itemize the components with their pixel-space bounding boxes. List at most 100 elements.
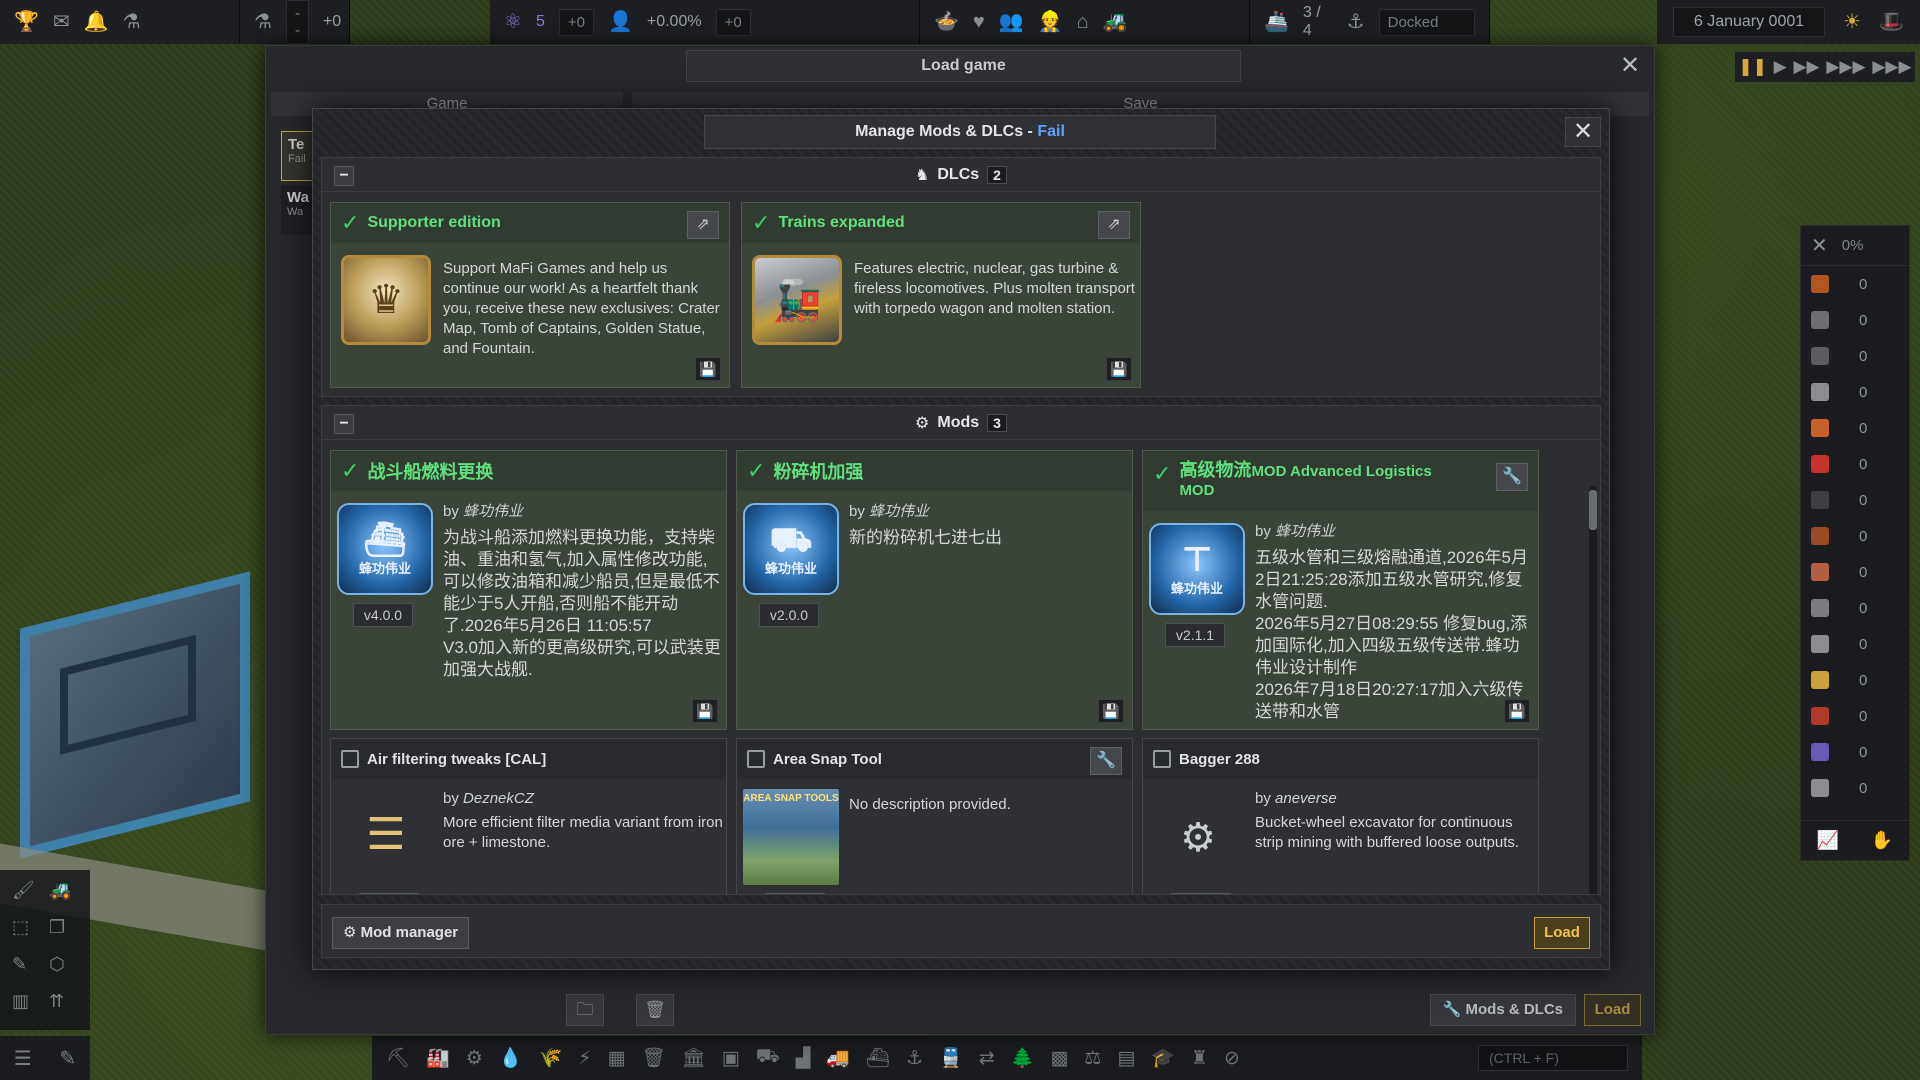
- storage-icon[interactable]: ▦: [608, 1047, 626, 1070]
- grid-icon[interactable]: ▩: [1050, 1047, 1068, 1070]
- transport-icon[interactable]: ⛟: [756, 1046, 780, 1070]
- mining-icon[interactable]: ⛏: [386, 1046, 410, 1070]
- tree-icon[interactable]: 🌲: [1011, 1046, 1035, 1070]
- resource-row[interactable]: 0: [1801, 374, 1909, 410]
- load-game-button[interactable]: Load: [1584, 994, 1641, 1026]
- education-icon[interactable]: 🎓: [1151, 1046, 1175, 1070]
- mod-enable-checkbox[interactable]: [1153, 750, 1171, 768]
- research-flask-icon[interactable]: ⚗: [254, 12, 272, 32]
- mod-card[interactable]: Area Snap Tool 🔧 AREA SNAP TOOLS No desc…: [736, 738, 1133, 894]
- no-build-icon[interactable]: ⊘: [1224, 1047, 1240, 1070]
- bulldozer-icon[interactable]: 🚜: [49, 880, 78, 909]
- mods-scrollbar[interactable]: [1589, 486, 1597, 894]
- dock-icon[interactable]: ⚓: [1347, 12, 1365, 32]
- mod-card[interactable]: Bagger 288 ⚙ by aneverse Bucket-wheel ex…: [1142, 738, 1539, 894]
- delete-save-button[interactable]: 🗑: [636, 994, 674, 1026]
- mod-card[interactable]: ✓ 粉碎机加强 ⛟ 蜂功伟业 v2.0.0 by 蜂功伟业 新的粉碎机七进七出 …: [736, 450, 1133, 730]
- mods-scrollbar-thumb[interactable]: [1589, 490, 1597, 530]
- factory-icon[interactable]: 🏭: [426, 1046, 450, 1070]
- resource-row[interactable]: 0: [1801, 698, 1909, 734]
- food-icon[interactable]: 🍲: [934, 12, 959, 32]
- fast-forward-icon[interactable]: ▶▶: [1793, 57, 1819, 77]
- faster-forward-icon[interactable]: ▶▶▶: [1826, 57, 1865, 77]
- resource-row[interactable]: 0: [1801, 482, 1909, 518]
- train-icon[interactable]: 🚆: [939, 1046, 963, 1070]
- mod-settings-button[interactable]: 🔧: [1496, 463, 1528, 491]
- transfer-icon[interactable]: ⇄: [979, 1047, 995, 1070]
- resource-row[interactable]: 0: [1801, 554, 1909, 590]
- tools-icon[interactable]: ✕: [1811, 236, 1828, 256]
- ship-icon[interactable]: 🚢: [1264, 12, 1289, 32]
- vehicle-icon[interactable]: 🚜: [1103, 12, 1128, 32]
- unity-icon[interactable]: ⚛: [504, 12, 522, 32]
- chart-icon[interactable]: 📈: [1817, 830, 1839, 851]
- bell-icon[interactable]: 🔔: [84, 12, 109, 32]
- pier-icon[interactable]: ⚓: [906, 1047, 923, 1070]
- layers-icon[interactable]: ☰: [14, 1046, 32, 1071]
- boat-icon[interactable]: ⛴: [866, 1046, 890, 1070]
- modules-icon[interactable]: ▣: [722, 1047, 740, 1070]
- dlc-link-button[interactable]: ⇗: [1098, 211, 1130, 239]
- housing-icon[interactable]: ⌂: [1077, 12, 1089, 32]
- brush-icon[interactable]: 🖌: [12, 880, 41, 909]
- mods-close-icon[interactable]: ✕: [1565, 117, 1601, 147]
- resource-row[interactable]: 0: [1801, 662, 1909, 698]
- checkmark-icon[interactable]: ✓: [1153, 461, 1171, 487]
- mod-manager-button[interactable]: ⚙ Mod manager: [332, 917, 470, 949]
- resource-row[interactable]: 0: [1801, 518, 1909, 554]
- resource-row[interactable]: 0: [1801, 590, 1909, 626]
- pipette-icon[interactable]: ✎: [12, 954, 41, 983]
- resource-row[interactable]: 0: [1801, 446, 1909, 482]
- checkmark-icon[interactable]: ✓: [747, 458, 765, 484]
- open-folder-button[interactable]: 🗀: [566, 994, 604, 1026]
- resource-row[interactable]: 0: [1801, 734, 1909, 770]
- dlc-card[interactable]: ✓ Trains expanded ⇗ 🚂 Features electric,…: [741, 202, 1141, 388]
- mod-enable-checkbox[interactable]: [341, 750, 359, 768]
- truck-icon[interactable]: 🚚: [826, 1046, 850, 1070]
- mod-card[interactable]: ✓ 高级物流MOD Advanced Logistics MOD 🔧 ⊤ 蜂功伟…: [1142, 450, 1539, 730]
- resource-row[interactable]: 0: [1801, 410, 1909, 446]
- resource-row[interactable]: 0: [1801, 626, 1909, 662]
- drop-icon[interactable]: 💧: [499, 1046, 523, 1070]
- mods-load-button[interactable]: Load: [1534, 917, 1590, 949]
- balance-icon[interactable]: ⚖: [1084, 1047, 1101, 1070]
- copy-icon[interactable]: ❐: [49, 917, 78, 946]
- population-icon[interactable]: 👤: [608, 12, 633, 32]
- area-icon[interactable]: ⬡: [49, 954, 78, 983]
- mod-card[interactable]: Air filtering tweaks [CAL] ☰ by DeznekCZ…: [330, 738, 727, 894]
- checkmark-icon[interactable]: ✓: [341, 458, 359, 484]
- hat-icon[interactable]: 🎩: [1879, 12, 1904, 32]
- mods-dlcs-button[interactable]: 🔧 Mods & DLCs: [1429, 994, 1576, 1026]
- resource-row[interactable]: 0: [1801, 266, 1909, 302]
- monument-icon[interactable]: ♜: [1191, 1047, 1208, 1070]
- load-close-icon[interactable]: ✕: [1614, 52, 1646, 80]
- farm-icon[interactable]: 🌾: [539, 1046, 563, 1070]
- play-icon[interactable]: ▶: [1774, 57, 1787, 77]
- mail-icon[interactable]: ✉: [53, 12, 70, 32]
- checkmark-icon[interactable]: ✓: [752, 210, 770, 236]
- resource-row[interactable]: 0: [1801, 302, 1909, 338]
- search-input[interactable]: (CTRL + F): [1478, 1045, 1628, 1071]
- people-icon[interactable]: 👥: [999, 12, 1024, 32]
- power-icon[interactable]: ⚡: [578, 1047, 591, 1070]
- pause-icon[interactable]: ❚❚: [1738, 57, 1767, 77]
- housing-build-icon[interactable]: 🏛: [682, 1046, 706, 1070]
- mod-enable-checkbox[interactable]: [747, 750, 765, 768]
- select-icon[interactable]: ⬚: [12, 917, 41, 946]
- health-icon[interactable]: ♥: [973, 12, 985, 32]
- double-up-icon[interactable]: ⇈: [49, 991, 78, 1020]
- stairs-icon[interactable]: ▟: [796, 1047, 811, 1070]
- flask-icon[interactable]: ⚗: [123, 12, 141, 32]
- machine-icon[interactable]: ⚙: [466, 1047, 483, 1070]
- trophy-icon[interactable]: 🏆: [14, 12, 39, 32]
- dlc-link-button[interactable]: ⇗: [687, 211, 719, 239]
- bars-icon[interactable]: ▥: [12, 991, 41, 1020]
- resource-row[interactable]: 0: [1801, 338, 1909, 374]
- resource-row[interactable]: 0: [1801, 770, 1909, 806]
- mod-card[interactable]: ✓ 战斗船燃料更换 ⛴ 蜂功伟业 v4.0.0 by 蜂功伟业 为战斗船添加燃料…: [330, 450, 727, 730]
- checkmark-icon[interactable]: ✓: [341, 210, 359, 236]
- building-icon[interactable]: ▤: [1117, 1047, 1135, 1070]
- edit-icon[interactable]: ✎: [59, 1046, 76, 1071]
- waste-icon[interactable]: 🗑: [641, 1046, 665, 1070]
- hand-icon[interactable]: ✋: [1871, 830, 1893, 851]
